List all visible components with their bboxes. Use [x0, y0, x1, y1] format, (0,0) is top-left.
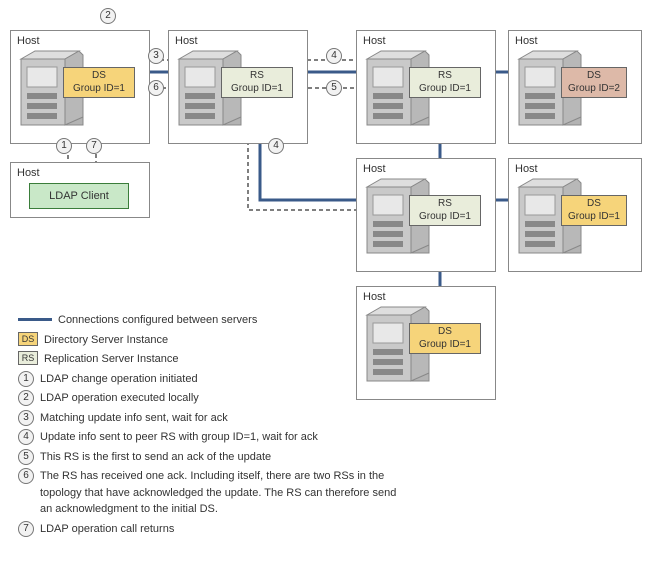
badge-rsa: RS Group ID=1 [221, 67, 293, 98]
badge-rsc: RS Group ID=1 [409, 195, 481, 226]
step-marker-4a: 4 [326, 48, 342, 64]
step-marker-4b: 4 [268, 138, 284, 154]
legend: Connections configured between servers D… [18, 312, 398, 540]
legend-row-ds: DS Directory Server Instance [18, 332, 398, 349]
step-marker-3: 3 [148, 48, 164, 64]
badge-ds1: DS Group ID=1 [63, 67, 135, 98]
host-label: Host [515, 35, 635, 47]
host-label: Host [17, 35, 143, 47]
host-dsg2: Host DS Group ID=2 [508, 30, 642, 144]
badge-rsb: RS Group ID=1 [409, 67, 481, 98]
host-label: Host [17, 167, 143, 179]
legend-step-1: 1 LDAP change operation initiated [18, 371, 398, 388]
legend-step-7: 7 LDAP operation call returns [18, 521, 398, 538]
step-marker-6: 6 [148, 80, 164, 96]
step-marker-1: 1 [56, 138, 72, 154]
host-rsa: Host RS Group ID=1 [168, 30, 308, 144]
legend-step-5: 5 This RS is the first to send an ack of… [18, 449, 398, 466]
legend-step-6: 6 The RS has received one ack. Including… [18, 468, 398, 518]
rs-swatch-icon: RS [18, 351, 38, 365]
host-label: Host [363, 291, 489, 303]
legend-step-3: 3 Matching update info sent, wait for ac… [18, 410, 398, 427]
host-label: Host [363, 163, 489, 175]
step-marker-2: 2 [100, 8, 116, 24]
badge-dsg1: DS Group ID=1 [561, 195, 627, 226]
ds-swatch-icon: DS [18, 332, 38, 346]
host-dsg1: Host DS Group ID=1 [508, 158, 642, 272]
legend-row-conn: Connections configured between servers [18, 312, 398, 329]
step-marker-5: 5 [326, 80, 342, 96]
ldap-client: LDAP Client [29, 183, 129, 209]
host-ds1: Host DS Group ID=1 [10, 30, 150, 144]
host-label: Host [363, 35, 489, 47]
legend-step-2: 2 LDAP operation executed locally [18, 390, 398, 407]
legend-step-4: 4 Update info sent to peer RS with group… [18, 429, 398, 446]
badge-dsg2: DS Group ID=2 [561, 67, 627, 98]
host-rsb: Host RS Group ID=1 [356, 30, 496, 144]
legend-row-rs: RS Replication Server Instance [18, 351, 398, 368]
step-marker-7: 7 [86, 138, 102, 154]
host-label: Host [515, 163, 635, 175]
host-rsc: Host RS Group ID=1 [356, 158, 496, 272]
host-ldap-client: Host LDAP Client [10, 162, 150, 218]
host-label: Host [175, 35, 301, 47]
badge-dsbot: DS Group ID=1 [409, 323, 481, 354]
line-icon [18, 318, 52, 321]
